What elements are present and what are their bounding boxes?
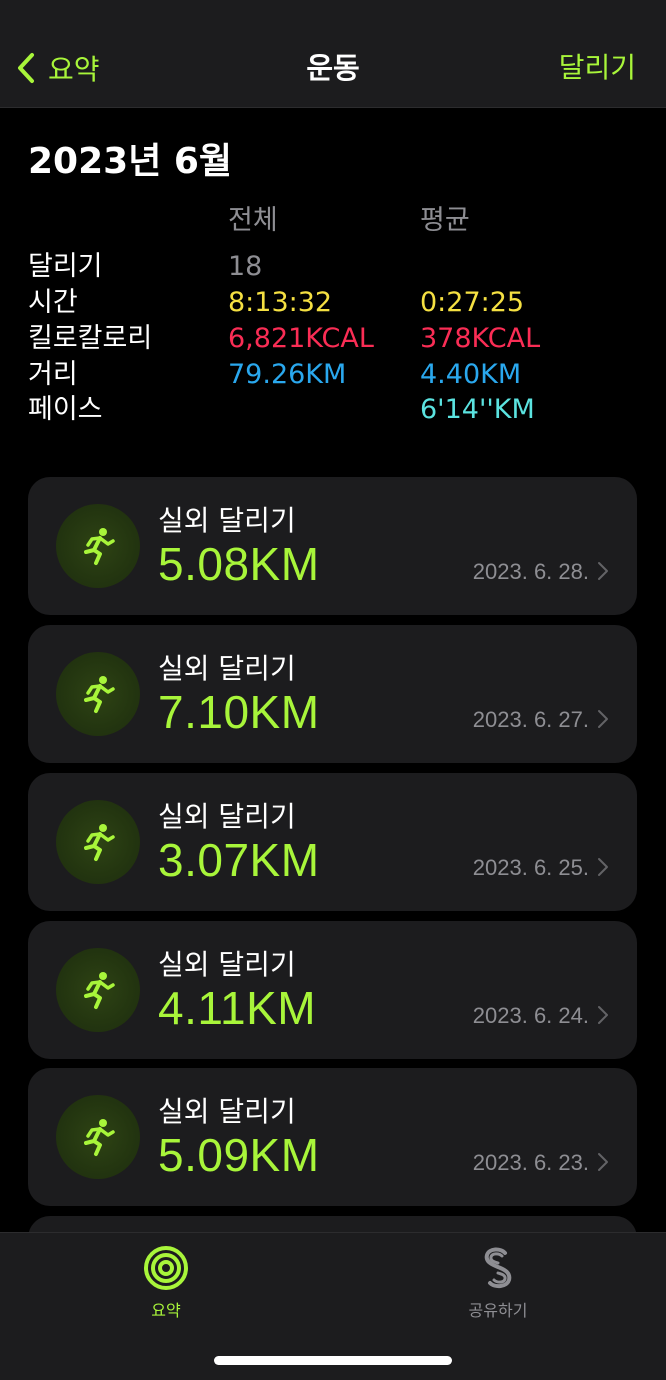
stat-row-time: 시간 8:13:32 0:27:25	[0, 285, 666, 321]
stat-label: 시간	[28, 287, 78, 318]
workout-type: 실외 달리기	[158, 652, 296, 685]
workout-date: 2023. 6. 27.	[472, 707, 589, 732]
column-header-average: 평균	[420, 205, 470, 236]
month-title: 2023년 6월	[28, 141, 233, 182]
stat-average: 4.40KM	[420, 359, 522, 390]
workout-distance: 5.08KM	[158, 538, 320, 590]
stat-average: 378KCAL	[420, 323, 541, 354]
chevron-right-icon	[598, 858, 608, 876]
workout-date: 2023. 6. 24.	[472, 1003, 589, 1028]
workout-card[interactable]: 실외 달리기 3.07KM 2023. 6. 25.	[28, 773, 637, 911]
chevron-right-icon	[598, 1006, 608, 1024]
stat-row-pace: 페이스 6'14''KM	[0, 392, 666, 428]
workout-type: 실외 달리기	[158, 1095, 296, 1128]
stat-row-distance: 거리 79.26KM 4.40KM	[0, 357, 666, 393]
workout-date: 2023. 6. 25.	[472, 855, 589, 880]
running-filter-button[interactable]: 달리기	[559, 46, 636, 90]
running-figure-icon	[56, 800, 140, 884]
running-figure-icon	[56, 948, 140, 1032]
workout-card[interactable]: 실외 달리기 5.09KM 2023. 6. 23.	[28, 1068, 637, 1206]
tab-summary-label: 요약	[151, 1301, 181, 1320]
home-indicator[interactable]	[214, 1356, 452, 1365]
tab-sharing[interactable]: 공유하기	[428, 1245, 568, 1321]
stat-total: 6,821KCAL	[228, 323, 374, 354]
workout-card[interactable]: 실외 달리기 7.10KM 2023. 6. 27.	[28, 625, 637, 763]
chevron-right-icon	[598, 710, 608, 728]
stat-average: 6'14''KM	[420, 394, 535, 425]
navigation-bar: 요약 운동 달리기	[0, 0, 666, 108]
chevron-right-icon	[598, 1153, 608, 1171]
workout-distance: 3.07KM	[158, 834, 320, 886]
workout-distance: 4.11KM	[158, 982, 317, 1034]
chevron-right-icon	[598, 562, 608, 580]
fitness-workouts-screen: 요약 운동 달리기 2023년 6월 전체 평균 달리기 18 시간 8:13:…	[0, 0, 666, 1380]
stat-total: 8:13:32	[228, 287, 333, 318]
workout-date: 2023. 6. 23.	[472, 1150, 589, 1175]
tab-summary[interactable]: 요약	[96, 1245, 236, 1321]
workout-card[interactable]: 실외 달리기 5.08KM 2023. 6. 28.	[28, 477, 637, 615]
workout-type: 실외 달리기	[158, 948, 296, 981]
workout-date: 2023. 6. 28.	[472, 559, 589, 584]
workout-type: 실외 달리기	[158, 800, 296, 833]
running-figure-icon	[56, 652, 140, 736]
tab-sharing-label: 공유하기	[468, 1301, 528, 1320]
activity-rings-icon	[144, 1246, 188, 1290]
stat-label: 거리	[28, 359, 78, 390]
stat-label: 킬로칼로리	[28, 323, 153, 354]
stat-average: 0:27:25	[420, 287, 525, 318]
workout-distance: 5.09KM	[158, 1129, 320, 1181]
stat-label: 달리기	[28, 251, 103, 282]
stat-row-runs: 달리기 18	[0, 249, 666, 285]
sharing-icon	[484, 1247, 512, 1289]
stat-row-calories: 킬로칼로리 6,821KCAL 378KCAL	[0, 321, 666, 357]
workout-type: 실외 달리기	[158, 504, 296, 537]
stat-total: 18	[228, 251, 263, 282]
running-figure-icon	[56, 504, 140, 588]
running-figure-icon	[56, 1095, 140, 1179]
stat-label: 페이스	[28, 394, 103, 425]
workout-card[interactable]: 실외 달리기 4.11KM 2023. 6. 24.	[28, 921, 637, 1059]
column-header-total: 전체	[228, 205, 278, 236]
stat-total: 79.26KM	[228, 359, 347, 390]
workout-distance: 7.10KM	[158, 686, 320, 738]
